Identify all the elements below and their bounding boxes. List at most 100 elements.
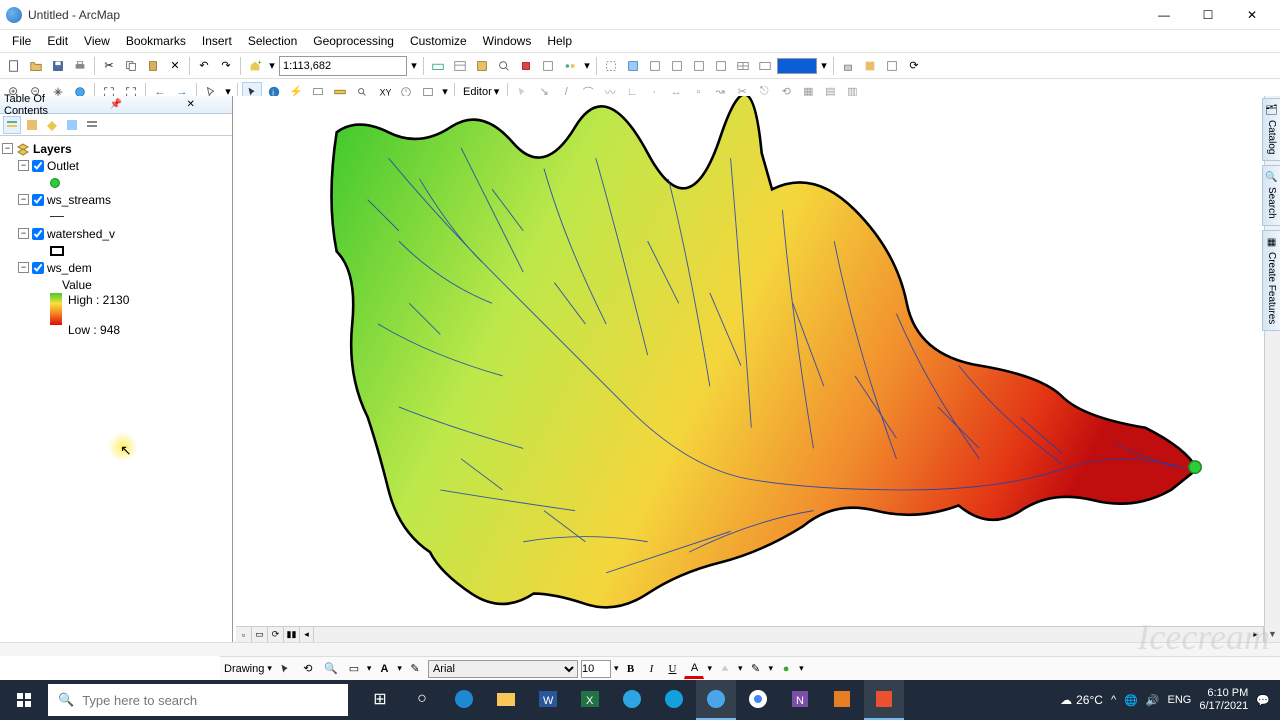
clock[interactable]: 6:10 PM 6/17/2021 — [1199, 687, 1248, 713]
list-by-selection[interactable] — [63, 116, 81, 134]
new-rectangle-button[interactable]: ▭ — [344, 659, 364, 679]
attribute-table-button[interactable] — [733, 56, 753, 76]
delete-button[interactable]: ✕ — [165, 56, 185, 76]
pin-icon[interactable]: 📌 — [79, 99, 154, 110]
maximize-button[interactable]: ☐ — [1186, 0, 1230, 30]
taskbar-search[interactable]: 🔍 Type here to search — [48, 684, 348, 716]
rotate-elem-button[interactable]: ⟲ — [298, 659, 318, 679]
map-scale-input[interactable] — [279, 56, 407, 76]
scroll-right-button[interactable]: ▸ — [1248, 627, 1264, 643]
layer-checkbox-outlet[interactable] — [32, 160, 44, 172]
select-all-button[interactable] — [711, 56, 731, 76]
color-swatch[interactable] — [777, 58, 817, 74]
cortana-button[interactable]: ○ — [402, 680, 442, 720]
list-by-visibility[interactable] — [43, 116, 61, 134]
network-icon[interactable]: 🌐 — [1124, 694, 1138, 707]
tool-drop[interactable]: ▾ — [582, 56, 592, 76]
expander-icon[interactable]: − — [18, 194, 29, 205]
menu-windows[interactable]: Windows — [475, 32, 540, 50]
layout-view-tab[interactable]: ▭ — [252, 627, 268, 643]
search-window-button[interactable] — [494, 56, 514, 76]
save-button[interactable] — [48, 56, 68, 76]
select-zoom-button[interactable] — [667, 56, 687, 76]
select-clear-button[interactable] — [601, 56, 621, 76]
font-select[interactable]: Arial — [428, 660, 578, 678]
refresh-button[interactable]: ⟳ — [904, 56, 924, 76]
recorder-icon[interactable] — [864, 680, 904, 720]
layer-watershed-v[interactable]: watershed_v — [47, 227, 115, 241]
scroll-left-button[interactable]: ◂ — [300, 627, 314, 643]
underline-button[interactable]: U — [663, 660, 681, 678]
select-pan-button[interactable] — [689, 56, 709, 76]
refresh-view-button[interactable]: ⟳ — [268, 627, 284, 643]
layer-ws-streams[interactable]: ws_streams — [47, 193, 111, 207]
chrome-icon[interactable] — [738, 680, 778, 720]
menu-customize[interactable]: Customize — [402, 32, 475, 50]
undo-button[interactable]: ↶ — [194, 56, 214, 76]
select-elements-2-button[interactable] — [275, 659, 295, 679]
telegram-icon[interactable] — [612, 680, 652, 720]
list-by-drawing-order[interactable] — [3, 116, 21, 134]
minimize-button[interactable]: — — [1142, 0, 1186, 30]
expander-icon[interactable]: − — [18, 160, 29, 171]
word-icon[interactable]: W — [528, 680, 568, 720]
options-button[interactable] — [83, 116, 101, 134]
layer-checkbox-streams[interactable] — [32, 194, 44, 206]
weather-widget[interactable]: ☁ 26°C — [1060, 693, 1103, 707]
raster-ramp-icon[interactable] — [50, 293, 62, 325]
drawing-label[interactable]: Drawing — [224, 663, 264, 675]
modelbuilder-button[interactable] — [560, 56, 580, 76]
fill-color-button[interactable] — [715, 659, 735, 679]
open-button[interactable] — [26, 56, 46, 76]
layer-outlet[interactable]: Outlet — [47, 159, 79, 173]
select-switch-button[interactable] — [645, 56, 665, 76]
scale-dropdown[interactable]: ▾ — [409, 56, 419, 76]
menu-bookmarks[interactable]: Bookmarks — [118, 32, 194, 50]
polygon-symbol-icon[interactable] — [50, 246, 64, 256]
python-button[interactable] — [538, 56, 558, 76]
menu-insert[interactable]: Insert — [194, 32, 240, 50]
menu-file[interactable]: File — [4, 32, 39, 50]
catalog-tab[interactable]: 🗂Catalog — [1262, 98, 1280, 161]
edit-vertices-2-button[interactable]: ✎ — [405, 659, 425, 679]
lock-button[interactable] — [838, 56, 858, 76]
new-button[interactable] — [4, 56, 24, 76]
cut-button[interactable]: ✂ — [99, 56, 119, 76]
copy-button[interactable] — [121, 56, 141, 76]
menu-edit[interactable]: Edit — [39, 32, 76, 50]
point-symbol-icon[interactable] — [50, 178, 60, 188]
arcmap-task-icon[interactable] — [696, 680, 736, 720]
close-button[interactable]: ✕ — [1230, 0, 1274, 30]
toc-button[interactable] — [450, 56, 470, 76]
new-text-button[interactable]: A — [374, 659, 394, 679]
layout-button[interactable] — [882, 56, 902, 76]
line-color-button[interactable]: ✎ — [746, 659, 766, 679]
basemap-button[interactable] — [860, 56, 880, 76]
marker-color-button[interactable]: ● — [776, 659, 796, 679]
editor-toolbar-button[interactable] — [428, 56, 448, 76]
bold-button[interactable]: B — [621, 660, 639, 678]
menu-selection[interactable]: Selection — [240, 32, 305, 50]
tray-chevron-icon[interactable]: ^ — [1111, 694, 1116, 706]
italic-button[interactable]: I — [642, 660, 660, 678]
layer-checkbox-dem[interactable] — [32, 262, 44, 274]
paste-button[interactable] — [143, 56, 163, 76]
swatch-drop[interactable]: ▾ — [819, 56, 829, 76]
add-data-dropdown[interactable]: ▾ — [267, 56, 277, 76]
create-features-tab[interactable]: ▦Create Features — [1262, 230, 1280, 331]
map-view[interactable]: ▲ ▼ — [233, 96, 1280, 642]
zoom-drawing-button[interactable]: 🔍 — [321, 659, 341, 679]
search-tab[interactable]: 🔍Search — [1262, 165, 1280, 226]
add-data-button[interactable]: + — [245, 56, 265, 76]
line-symbol-icon[interactable] — [50, 216, 64, 217]
font-size-input[interactable] — [581, 660, 611, 678]
data-view-tab[interactable]: ▫ — [236, 627, 252, 643]
volume-icon[interactable]: 🔊 — [1146, 694, 1160, 707]
excel-icon[interactable]: X — [570, 680, 610, 720]
expander-icon[interactable]: − — [18, 262, 29, 273]
menu-view[interactable]: View — [76, 32, 118, 50]
notifications-icon[interactable]: 💬 — [1256, 694, 1270, 707]
layer-ws-dem[interactable]: ws_dem — [47, 261, 92, 275]
field-calc-button[interactable] — [755, 56, 775, 76]
arctools-button[interactable] — [516, 56, 536, 76]
